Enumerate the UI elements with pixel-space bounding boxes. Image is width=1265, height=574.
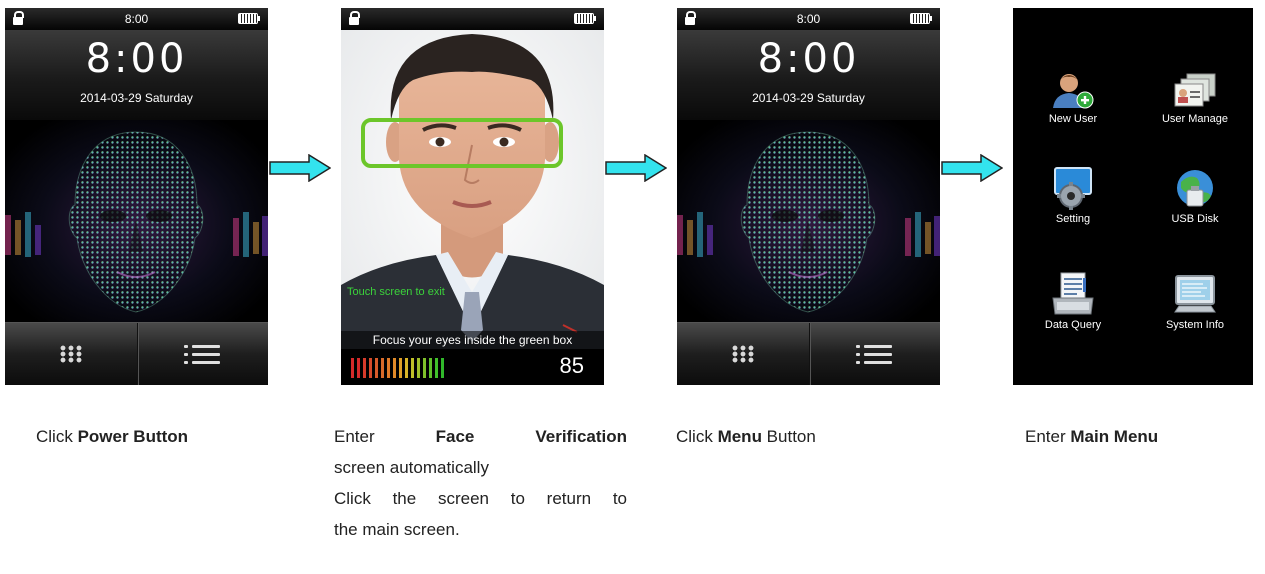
- face-mesh-icon: [677, 120, 940, 330]
- caption-text: Click: [676, 427, 718, 446]
- dock: [677, 322, 940, 385]
- lock-icon: [349, 11, 360, 25]
- focus-hint: Focus your eyes inside the green box: [341, 331, 604, 349]
- caption-line-1: Enter Face Verification: [334, 421, 627, 452]
- quality-score: 85: [559, 353, 584, 378]
- caption-step-2: Enter Face Verification screen automatic…: [334, 421, 627, 545]
- menu-label-data-query: Data Query: [1044, 319, 1102, 331]
- arrow-right-icon: [269, 154, 331, 182]
- quality-meter: 85: [341, 349, 604, 385]
- caption-bold: Menu: [717, 427, 762, 446]
- status-time: 8:00: [124, 12, 149, 26]
- menu-button[interactable]: [137, 323, 269, 385]
- caption-line-2: screen automatically: [334, 458, 489, 477]
- caption-step-4: Enter Main Menu: [1025, 421, 1158, 452]
- clock-date: 2014-03-29 Saturday: [752, 91, 865, 105]
- face-photo: [341, 30, 604, 380]
- menu-item-data-query[interactable]: Data Query: [1018, 272, 1128, 331]
- clock-date: 2014-03-29 Saturday: [80, 91, 193, 105]
- status-bar: [341, 8, 604, 30]
- menu-button[interactable]: [809, 323, 941, 385]
- setting-icon: [1054, 167, 1092, 210]
- menu-label-new-user: New User: [1048, 113, 1098, 125]
- battery-icon: [910, 13, 932, 24]
- clock-time: 8:00: [85, 36, 188, 82]
- arrow-right-icon: [605, 154, 667, 182]
- menu-label-user-manage: User Manage: [1161, 113, 1229, 125]
- lock-screen-1[interactable]: 8:00 8:00 2014-03-29 Saturday: [5, 8, 268, 385]
- new-user-icon: [1053, 74, 1094, 109]
- grid-icon: [730, 345, 755, 363]
- lock-screen-2[interactable]: 8:00 8:00 2014-03-29 Saturday: [677, 8, 940, 385]
- caption-text: Button: [761, 427, 816, 446]
- caption-bold: Power Button: [77, 427, 189, 446]
- user-manage-icon: [1174, 73, 1216, 107]
- dock: [5, 322, 268, 385]
- clock-panel: 8:00 2014-03-29 Saturday: [5, 30, 268, 121]
- menu-item-usb-disk[interactable]: USB Disk: [1140, 166, 1250, 225]
- touch-exit-hint: Touch screen to exit: [347, 286, 445, 298]
- caption-step-3: Click Menu Button: [676, 421, 816, 452]
- apps-button[interactable]: [677, 323, 810, 385]
- main-menu-screen: New User User Manage Setting USB Disk Da…: [1013, 8, 1253, 385]
- menu-item-setting[interactable]: Setting: [1018, 166, 1128, 225]
- menu-label-usb-disk: USB Disk: [1171, 213, 1219, 225]
- quality-meter-bars: [351, 358, 444, 378]
- menu-item-new-user[interactable]: New User: [1018, 72, 1128, 125]
- menu-item-user-manage[interactable]: User Manage: [1140, 72, 1250, 125]
- menu-label-setting: Setting: [1055, 213, 1091, 225]
- clock-panel: 8:00 2014-03-29 Saturday: [677, 30, 940, 121]
- face-mesh-icon: [5, 120, 268, 330]
- caption-line-4: the main screen.: [334, 520, 460, 539]
- caption-line-3: Click the screen to return to: [334, 489, 627, 508]
- battery-icon: [238, 13, 260, 24]
- list-icon: [856, 344, 893, 364]
- caption-bold: Face: [435, 427, 475, 446]
- caption-text: Enter: [1025, 427, 1071, 446]
- grid-icon: [58, 345, 83, 363]
- clock-time: 8:00: [757, 36, 860, 82]
- caption-text: Enter: [334, 427, 375, 446]
- list-icon: [184, 344, 221, 364]
- caption-bold: Main Menu: [1070, 427, 1159, 446]
- menu-label-system-info: System Info: [1165, 319, 1225, 331]
- battery-icon: [574, 13, 596, 24]
- system-info-icon: [1174, 275, 1216, 313]
- status-bar: 8:00: [677, 8, 940, 30]
- caption-step-1: Click Power Button: [36, 421, 188, 452]
- menu-item-system-info[interactable]: System Info: [1140, 272, 1250, 331]
- face-verification-screen[interactable]: Touch screen to exit Focus your eyes ins…: [341, 8, 604, 385]
- caption-bold: Verification: [535, 427, 627, 446]
- usb-disk-icon: [1177, 170, 1213, 207]
- apps-button[interactable]: [5, 323, 138, 385]
- data-query-icon: [1052, 272, 1094, 315]
- caption-text: Click: [36, 427, 78, 446]
- arrow-right-icon: [941, 154, 1003, 182]
- status-time: 8:00: [796, 12, 821, 26]
- status-bar: 8:00: [5, 8, 268, 30]
